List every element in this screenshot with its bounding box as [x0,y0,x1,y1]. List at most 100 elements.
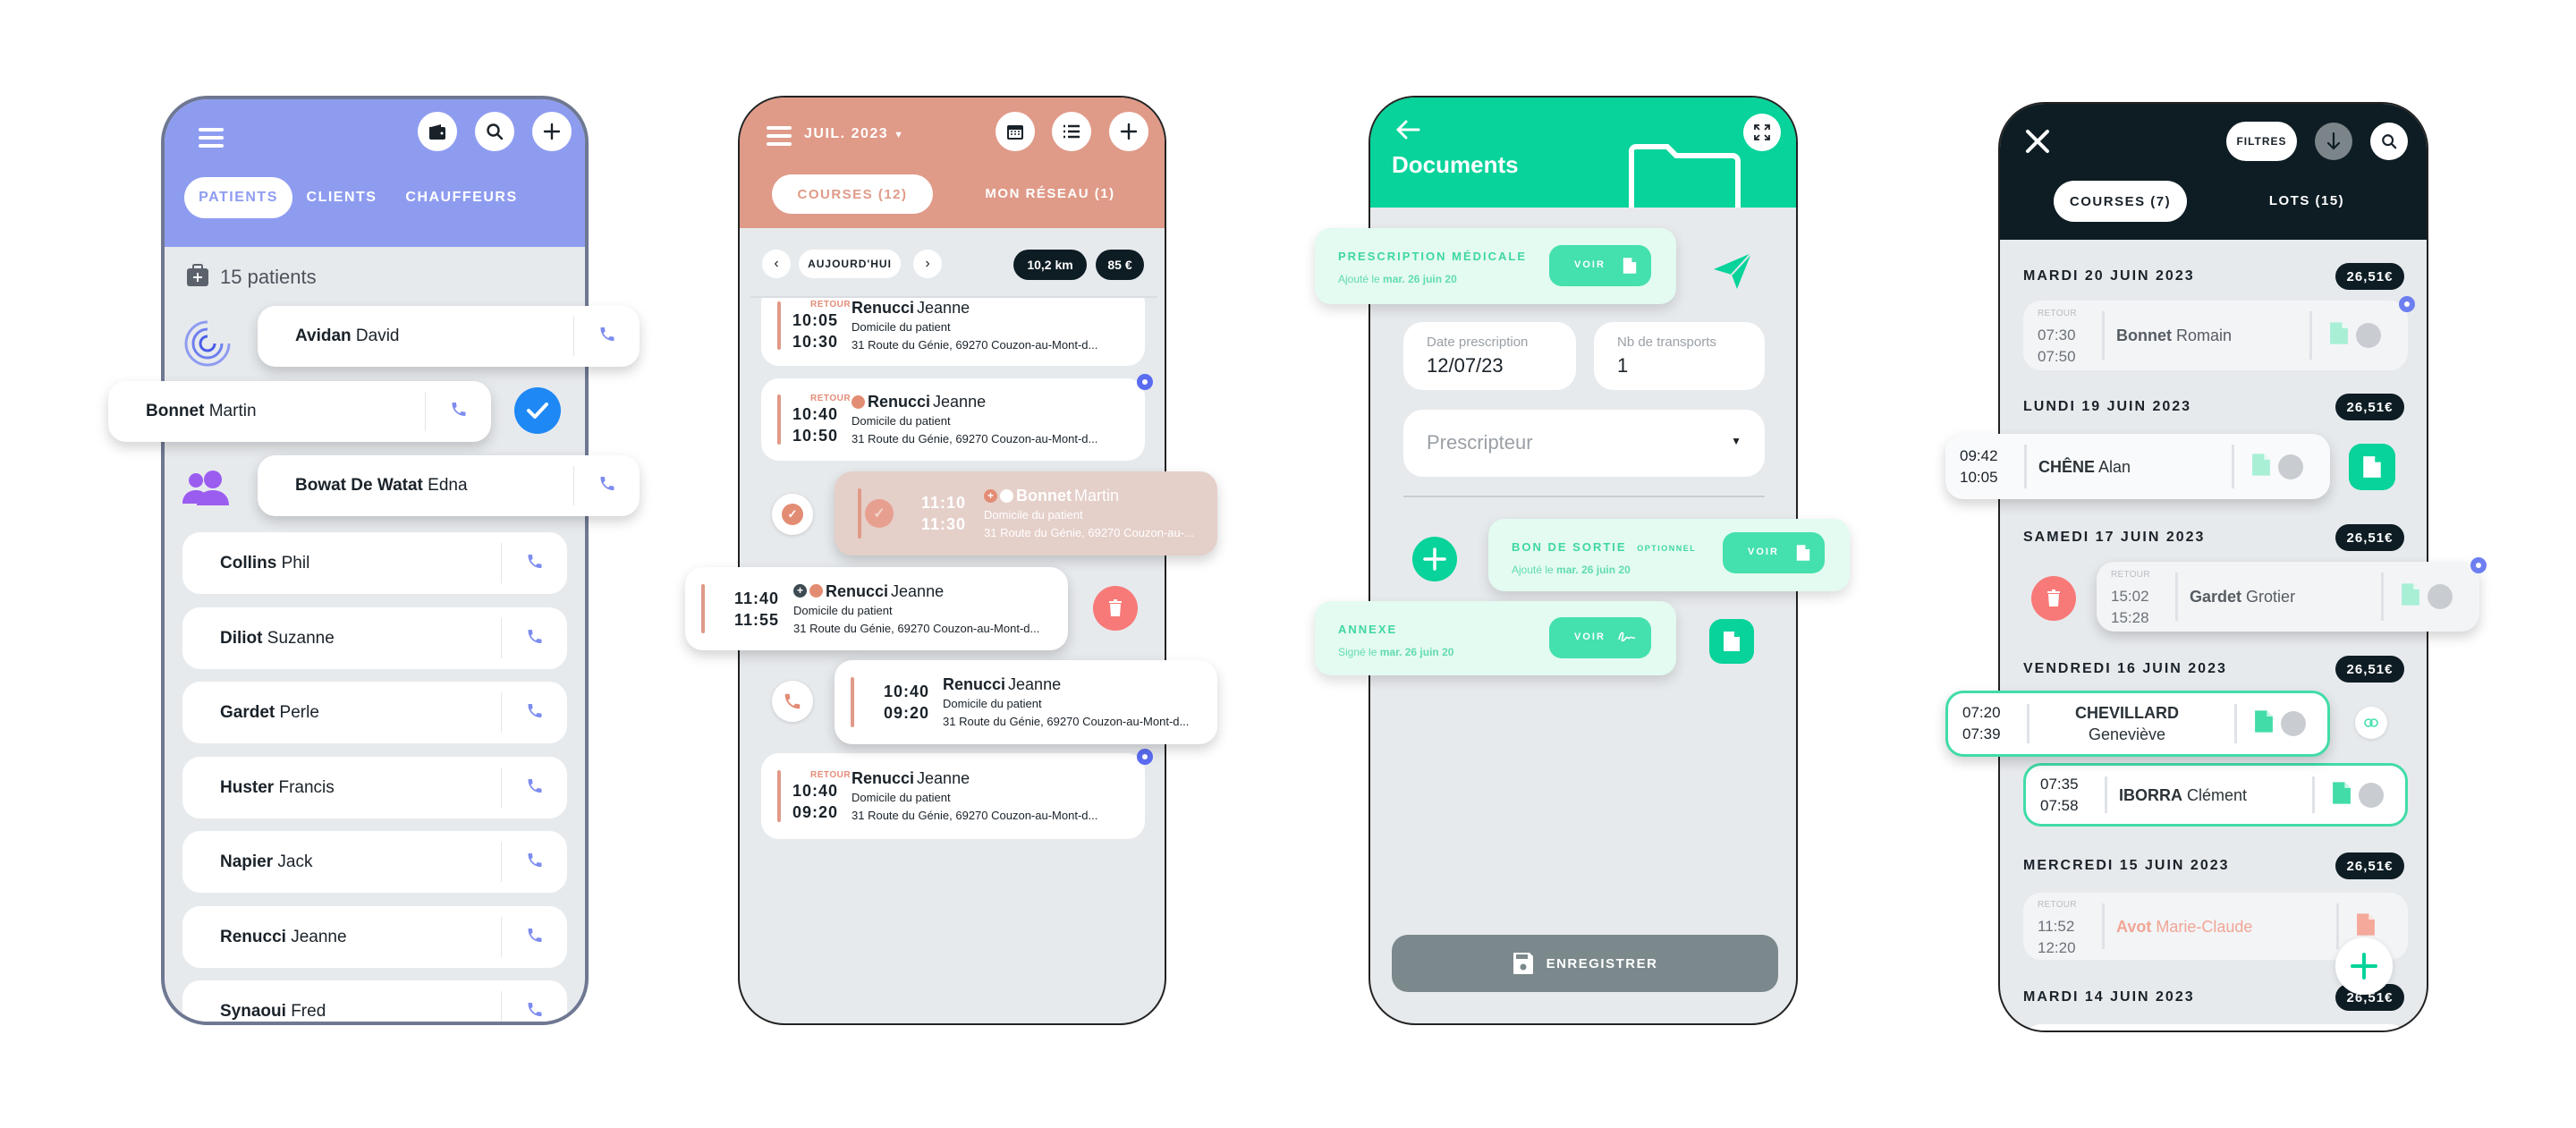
view-label: VOIR [1574,259,1606,270]
ride-card[interactable]: RETOUR 10:40 10:50 Renucci Jeanne Domicile du… [761,374,1153,461]
ride-card[interactable] [2023,1024,2408,1030]
send-icon[interactable] [1712,251,1753,291]
search-button[interactable] [2370,123,2408,160]
delete-ride-button[interactable] [1093,586,1138,631]
patient-name: Gardet Grotier [2190,586,2342,607]
document-status[interactable] [2356,912,2376,941]
link-button[interactable] [2355,707,2387,739]
view-document-button[interactable]: VOIR [1549,617,1651,658]
patient-card[interactable]: Diliot Suzanne [182,607,567,669]
calendar-button[interactable] [996,112,1035,151]
tab-chauffeurs[interactable]: CHAUFFEURS [405,190,517,206]
call-button[interactable] [526,627,544,649]
add-document-button[interactable] [1412,537,1457,581]
back-arrow-icon[interactable] [1395,119,1420,140]
phone-icon [528,928,542,942]
call-button[interactable] [772,681,813,722]
date-prescription-field[interactable]: Date prescription 12/07/23 [1403,322,1576,390]
add-ride-button[interactable] [1109,112,1148,151]
menu-icon[interactable] [199,128,224,148]
ride-accent-bar [777,301,781,350]
ride-start-time: 11:10 [921,494,967,512]
call-button[interactable] [450,401,468,423]
save-button[interactable]: ENREGISTRER [1392,935,1778,992]
total-badge: 85 € [1096,250,1144,280]
ride-card[interactable]: RETOUR 15:02 15:28 Gardet Grotier [2097,557,2487,632]
download-button[interactable] [2315,123,2352,160]
ride-card[interactable]: 07:20 07:39 CHEVILLARD Geneviève [1945,691,2330,757]
previous-day-button[interactable]: ‹ [762,250,791,278]
day-total-badge: 26,51€ [2335,656,2404,683]
call-button[interactable] [526,701,544,724]
view-document-button[interactable]: VOIR [1723,532,1825,573]
tab-mon-reseau[interactable]: MON RÉSEAU (1) [985,186,1114,201]
call-button[interactable] [526,776,544,799]
patient-card[interactable]: Huster Francis [182,757,567,818]
tab-courses[interactable]: COURSES (12) [772,174,933,214]
ride-card[interactable]: 10:40 09:20 Renucci Jeanne Domicile du patie… [835,660,1217,744]
file-icon [2402,583,2419,606]
patient-name: Huster Francis [220,778,335,798]
patient-card[interactable]: Napier Jack [182,831,567,893]
patient-card[interactable]: Renucci Jeanne [182,906,567,968]
divider [2024,445,2027,488]
document-status[interactable] [2329,321,2349,351]
month-selector[interactable]: JUIL. 2023 ▼ [804,126,905,142]
tab-lots[interactable]: LOTS (15) [2269,193,2344,208]
patient-card[interactable]: Avidan David [258,306,640,367]
menu-icon[interactable] [767,126,792,146]
list-button[interactable] [1052,112,1091,151]
view-document-button[interactable]: VOIR [1549,245,1651,286]
ride-card[interactable]: RETOUR 10:40 09:20 Renucci Jeanne Domicile du… [761,749,1153,839]
prescriber-select[interactable]: Prescripteur ▼ [1403,410,1765,477]
ride-card[interactable]: 07:35 07:58 IBORRA Clément [2023,763,2408,827]
next-day-button[interactable]: › [913,250,942,278]
close-icon[interactable] [2025,129,2050,154]
document-status[interactable] [2401,582,2420,612]
patient-card[interactable]: Bonnet Martin [108,381,491,442]
phone-icon [528,778,542,793]
phone-icon [528,1002,542,1016]
ride-card[interactable]: RETOUR 10:05 10:30 Renucci Jeanne Domicile du… [761,298,1145,366]
patient-name: Napier Jack [220,852,313,872]
document-action-button[interactable] [2349,444,2395,490]
filters-button[interactable]: FILTRES [2226,122,2297,161]
call-button[interactable] [526,926,544,948]
tab-clients[interactable]: CLIENTS [307,190,377,206]
validate-ride-button[interactable]: ✓ [772,494,813,535]
patient-first-name: Grotier [2246,588,2296,606]
ride-address: 31 Route du Génie, 69270 Couzon-au-... [984,526,1194,539]
ride-card[interactable]: ✓ 11:10 11:30 + Bonnet Martin Domicile du pati… [835,471,1217,556]
file-icon [2252,453,2270,476]
today-button[interactable]: AUJOURD'HUI [799,250,901,278]
expand-button[interactable] [1743,114,1781,151]
ride-card[interactable]: 11:40 11:55 + Renucci Jeanne Domicile du pati… [685,567,1068,650]
call-button[interactable] [598,475,616,497]
document-button[interactable] [1709,619,1754,664]
document-status[interactable] [2251,452,2271,481]
document-status[interactable] [2254,709,2274,739]
call-button[interactable] [526,851,544,873]
call-button[interactable] [526,1000,544,1022]
add-button[interactable] [532,112,572,151]
ride-card[interactable]: RETOUR 07:30 07:50 Bonnet Romain [2023,296,2415,370]
patient-last-name: Renucci [826,581,889,600]
tab-patients[interactable]: PATIENTS [184,177,292,218]
patient-card[interactable]: Bowat De Watat Edna [258,455,640,516]
transport-count-field[interactable]: Nb de transports 1 [1594,322,1765,390]
patient-card[interactable]: Gardet Perle [182,682,567,743]
ride-card[interactable]: 09:42 10:05 CHÊNE Alan [1945,434,2330,499]
selected-check-badge[interactable] [514,387,561,434]
tab-courses[interactable]: COURSES (7) [2054,181,2187,222]
patient-card[interactable]: Collins Phil [182,532,567,594]
call-button[interactable] [598,326,616,348]
patient-card[interactable]: Synaoui Fred [182,980,567,1022]
document-status[interactable] [2332,780,2351,810]
add-ride-fab[interactable] [2335,937,2393,995]
search-button[interactable] [475,112,514,151]
patient-first-name: Jeanne [917,299,970,317]
patient-first-name: Clément [2187,785,2248,804]
delete-ride-button[interactable] [2031,576,2076,621]
wallet-button[interactable] [418,112,457,151]
call-button[interactable] [526,552,544,574]
